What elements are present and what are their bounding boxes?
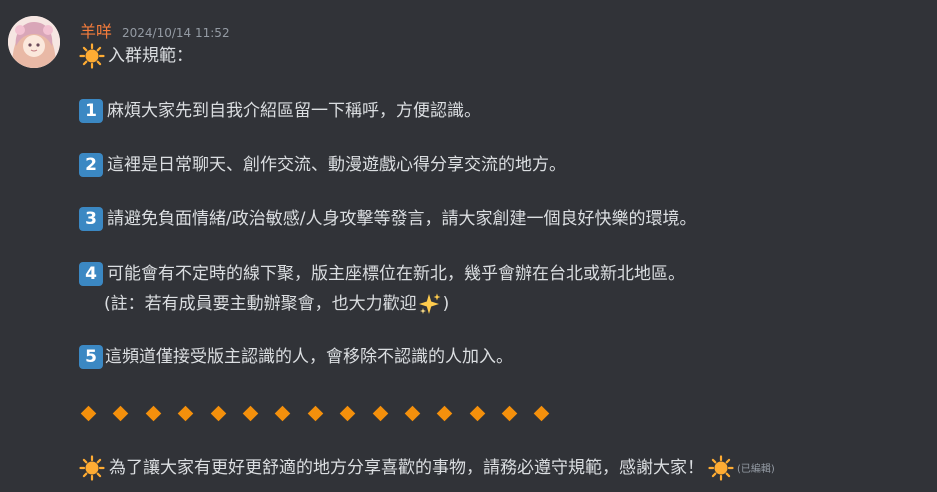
orange-diamond-icon bbox=[501, 405, 518, 421]
sun-icon bbox=[708, 455, 734, 481]
edited-label[interactable]: (已編輯) bbox=[737, 459, 775, 481]
orange-diamond-icon bbox=[372, 405, 388, 421]
message-header: 羊咩 2024/10/14 11:52 bbox=[80, 18, 230, 42]
rule-line: 4 可能會有不定時的線下聚，版主座標位在新北，幾乎會辦在台北或新北地區。 bbox=[79, 260, 685, 288]
keycap-5-icon: 5 bbox=[79, 345, 103, 369]
orange-diamond-icon bbox=[469, 405, 485, 421]
orange-diamond-icon bbox=[113, 405, 129, 421]
rule-text: 這頻道僅接受版主認識的人，會移除不認識的人加入。 bbox=[105, 347, 513, 367]
rules-title: 入群規範： bbox=[108, 46, 193, 66]
closing-line: 為了讓大家有更好更舒適的地方分享喜歡的事物，請務必遵守規範，感謝大家！ (已編輯… bbox=[79, 454, 775, 482]
orange-diamond-icon bbox=[534, 405, 550, 421]
rule-line: 5 這頻道僅接受版主認識的人，會移除不認識的人加入。 bbox=[79, 343, 513, 371]
orange-diamond-icon bbox=[275, 405, 291, 421]
sun-icon bbox=[79, 455, 105, 481]
avatar-image bbox=[8, 16, 60, 68]
rule-line: 2 這裡是日常聊天、創作交流、動漫遊戲心得分享交流的地方。 bbox=[79, 151, 566, 179]
sparkles-icon bbox=[418, 293, 441, 314]
keycap-4-icon: 4 bbox=[79, 262, 103, 286]
orange-diamond-icon bbox=[210, 405, 226, 421]
rule-text: 這裡是日常聊天、創作交流、動漫遊戲心得分享交流的地方。 bbox=[107, 155, 566, 175]
timestamp[interactable]: 2024/10/14 11:52 bbox=[122, 26, 230, 40]
rule-text: 可能會有不定時的線下聚，版主座標位在新北，幾乎會辦在台北或新北地區。 bbox=[107, 264, 685, 284]
rule-note-close: ) bbox=[442, 294, 450, 314]
keycap-3-icon: 3 bbox=[79, 207, 103, 231]
orange-diamond-icon bbox=[404, 405, 421, 421]
orange-diamond-icon bbox=[339, 405, 356, 421]
orange-diamond-icon bbox=[80, 405, 97, 421]
orange-diamond-icon bbox=[437, 405, 453, 421]
orange-diamond-icon bbox=[307, 405, 324, 421]
keycap-2-icon: 2 bbox=[79, 153, 103, 177]
username[interactable]: 羊咩 bbox=[80, 18, 112, 42]
orange-diamond-icon bbox=[177, 405, 194, 421]
keycap-1-icon: 1 bbox=[79, 99, 103, 123]
chat-message: 羊咩 2024/10/14 11:52 入群規範： 1 麻煩大家先到自我介紹區留… bbox=[0, 0, 937, 492]
closing-text: 為了讓大家有更好更舒適的地方分享喜歡的事物，請務必遵守規範，感謝大家！ bbox=[109, 458, 704, 478]
sun-icon bbox=[79, 43, 105, 69]
rule-note-text: (註：若有成員要主動辦聚會，也大力歡迎 bbox=[104, 294, 417, 314]
rule-note-line: (註：若有成員要主動辦聚會，也大力歡迎 ) bbox=[104, 290, 449, 318]
orange-diamond-icon bbox=[145, 405, 162, 421]
diamond-divider bbox=[80, 401, 569, 425]
rule-line: 1 麻煩大家先到自我介紹區留一下稱呼，方便認識。 bbox=[79, 97, 481, 125]
rule-text: 麻煩大家先到自我介紹區留一下稱呼，方便認識。 bbox=[107, 101, 481, 121]
avatar[interactable] bbox=[8, 16, 60, 68]
orange-diamond-icon bbox=[242, 405, 259, 421]
rule-line: 3 請避免負面情緒/政治敏感/人身攻擊等發言，請大家創建一個良好快樂的環境。 bbox=[79, 205, 696, 233]
rule-text: 請避免負面情緒/政治敏感/人身攻擊等發言，請大家創建一個良好快樂的環境。 bbox=[107, 209, 697, 229]
rules-title-line: 入群規範： bbox=[79, 42, 193, 70]
